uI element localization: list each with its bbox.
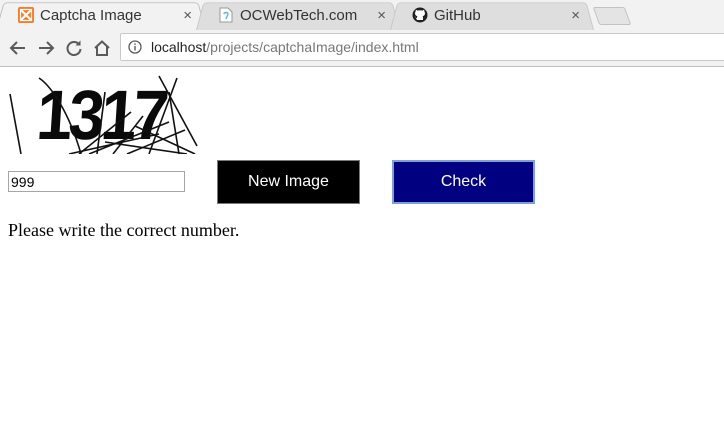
url-path: /projects/captchaImage/index.html xyxy=(206,39,419,55)
close-icon[interactable]: × xyxy=(377,7,386,24)
status-message: Please write the correct number. xyxy=(8,220,240,240)
browser-tabstrip: Captcha Image × OCWebTech.com × GitHub × xyxy=(0,0,724,30)
home-icon xyxy=(94,40,110,56)
new-tab-button[interactable] xyxy=(592,7,632,25)
forward-button[interactable] xyxy=(34,36,58,60)
url-host: localhost xyxy=(151,39,207,55)
check-button[interactable]: Check xyxy=(392,160,535,204)
captcha-noise-lines xyxy=(9,75,198,154)
xampp-icon xyxy=(18,7,34,23)
tab-title: GitHub xyxy=(434,6,481,24)
browser-toolbar: localhost/projects/captchaImage/index.ht… xyxy=(0,30,724,67)
close-icon[interactable]: × xyxy=(183,7,192,24)
tab-github[interactable]: GitHub × xyxy=(390,0,594,30)
url-text: localhost/projects/captchaImage/index.ht… xyxy=(151,39,419,55)
close-icon[interactable]: × xyxy=(571,7,580,24)
captcha-image: 1317 xyxy=(9,72,201,154)
home-button[interactable] xyxy=(90,36,114,60)
tab-ocwebtech[interactable]: OCWebTech.com × xyxy=(196,0,400,30)
tab-captcha-image[interactable]: Captcha Image × xyxy=(0,0,206,30)
reload-button[interactable] xyxy=(62,36,86,60)
tab-title: OCWebTech.com xyxy=(240,6,358,24)
arrow-left-icon xyxy=(9,41,25,55)
captcha-answer-input[interactable] xyxy=(8,171,185,192)
info-icon[interactable] xyxy=(128,40,142,54)
reload-icon xyxy=(66,40,82,56)
page-icon xyxy=(218,7,234,23)
back-button[interactable] xyxy=(6,36,30,60)
github-icon xyxy=(412,7,428,23)
new-image-button[interactable]: New Image xyxy=(217,160,360,204)
tab-title: Captcha Image xyxy=(40,6,142,24)
address-bar[interactable]: localhost/projects/captchaImage/index.ht… xyxy=(120,33,724,61)
arrow-right-icon xyxy=(39,41,55,55)
